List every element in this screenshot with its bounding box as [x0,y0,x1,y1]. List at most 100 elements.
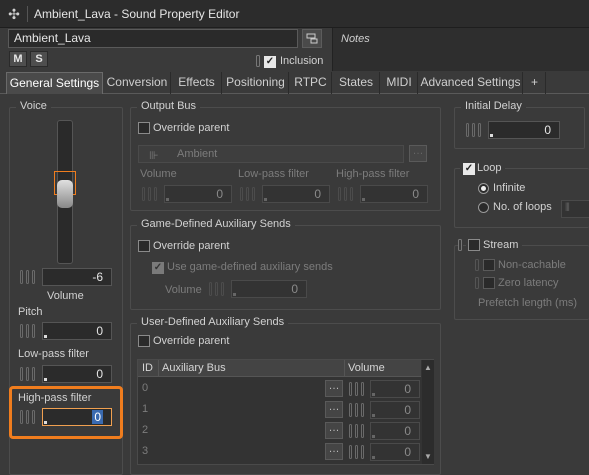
row-volume-value[interactable]: 0 [370,380,420,398]
tab-midi[interactable]: MIDI [381,72,418,94]
game-aux-volume-value[interactable]: 0 [231,280,307,298]
lowpass-label: Low-pass filter [18,348,89,360]
check-icon: ✓ [264,56,276,68]
output-volume-knob-icon[interactable] [140,185,164,203]
stream-checkbox[interactable] [466,239,483,254]
row-volume-knob-icon[interactable] [347,401,371,419]
output-bus-name: Ambient [177,148,218,160]
pitch-value[interactable]: 0 [42,322,112,340]
header-aux-bus: Auxiliary Bus [162,362,226,374]
pitch-knob-icon[interactable] [18,322,42,340]
noncachable-checkbox[interactable] [483,259,495,274]
user-aux-override-checkbox[interactable] [138,335,150,350]
noncachable-label: Non-cachable [498,259,566,271]
tab-effects[interactable]: Effects [172,72,222,94]
output-bus-browse-button[interactable]: … [409,145,427,162]
output-highpass-knob-icon[interactable] [336,185,360,203]
nloops-radio[interactable] [478,202,489,213]
output-bus-title: Output Bus [137,100,201,112]
noncachable-grip-icon [475,259,480,271]
volume-slider-thumb[interactable] [57,180,73,208]
tab-states[interactable]: States [333,72,380,94]
table-header: ID Auxiliary Bus Volume [138,360,421,377]
output-lowpass-label: Low-pass filter [238,168,309,180]
voice-volume-label: Volume [47,290,84,302]
header-id: ID [142,362,153,374]
row-volume-value[interactable]: 0 [370,422,420,440]
game-aux-volume-label: Volume [165,284,202,296]
aux-bus-browse-button[interactable]: … [325,401,343,418]
lowpass-value[interactable]: 0 [42,365,112,383]
tab-advanced-settings[interactable]: Advanced Settings [419,72,523,94]
notes-field[interactable]: Notes [332,28,589,71]
inclusion-label: Inclusion [280,55,324,67]
prefetch-label: Prefetch length (ms) [478,297,578,309]
game-aux-override-label: Override parent [153,240,230,252]
game-aux-override-checkbox[interactable] [138,240,150,255]
row-volume-value[interactable]: 0 [370,443,420,461]
row-volume-knob-icon[interactable] [347,380,371,398]
voice-title: Voice [16,100,51,112]
volume-knob-icon[interactable] [18,268,42,286]
nloops-label: No. of loops [493,201,552,213]
output-override-label: Override parent [153,122,230,134]
loop-panel [454,168,589,228]
highpass-highlight [9,386,123,439]
output-highpass-value[interactable]: 0 [360,185,428,203]
check-icon: ✓ [463,163,475,175]
output-volume-value[interactable]: 0 [164,185,232,203]
inclusion-checkbox[interactable]: ✓ [264,55,276,68]
lowpass-knob-icon[interactable] [18,365,42,383]
stream-label: Stream [483,239,523,251]
title-bar: ✣ Ambient_Lava - Sound Property Editor [0,0,589,28]
nloops-field[interactable]: ⦀ [561,200,589,218]
use-game-aux-checkbox[interactable]: ✓ [152,261,164,274]
game-aux-volume-knob-icon[interactable] [207,280,231,298]
pitch-label: Pitch [18,306,43,318]
tab-conversion[interactable]: Conversion [104,72,171,94]
table-scrollbar[interactable]: ▲ ▼ [422,360,434,464]
initial-delay-value[interactable]: 0 [488,121,560,139]
loop-checkbox[interactable]: ✓ [460,162,478,175]
tab-general-settings[interactable]: General Settings [6,72,103,94]
inclusion-grip-icon [256,55,261,67]
aux-bus-browse-button[interactable]: … [325,380,343,397]
voice-volume-value[interactable]: -6 [42,268,112,286]
tab-add[interactable]: + [524,72,546,94]
infinite-radio[interactable] [478,183,489,194]
tab-positioning[interactable]: Positioning [223,72,289,94]
aux-bus-browse-button[interactable]: … [325,443,343,460]
infinite-label: Infinite [493,182,526,194]
zerolatency-checkbox[interactable] [483,277,495,292]
output-highpass-label: High-pass filter [336,168,410,180]
initial-delay-knob-icon[interactable] [464,121,488,139]
output-lowpass-knob-icon[interactable] [238,185,262,203]
scroll-down-icon[interactable]: ▼ [424,452,432,461]
row-volume-value[interactable]: 0 [370,401,420,419]
layout-button[interactable] [302,29,322,48]
aux-bus-browse-button[interactable]: … [325,422,343,439]
zerolatency-grip-icon [475,277,480,289]
object-name-field[interactable]: Ambient_Lava [8,29,298,48]
scroll-up-icon[interactable]: ▲ [424,363,432,372]
output-bus-selector[interactable]: ⊪ Ambient [138,145,404,163]
row-volume-knob-icon[interactable] [347,443,371,461]
initial-delay-title: Initial Delay [461,100,526,112]
output-override-checkbox[interactable] [138,122,150,137]
tab-rtpc[interactable]: RTPC [290,72,332,94]
layout-icon [306,33,318,44]
table-row-id: 2 [142,424,149,436]
user-aux-title: User-Defined Auxiliary Sends [137,316,289,328]
stream-grip-icon [458,239,463,251]
check-icon: ✓ [152,262,164,274]
row-volume-knob-icon[interactable] [347,422,371,440]
solo-button[interactable]: S [30,51,48,67]
output-lowpass-value[interactable]: 0 [262,185,330,203]
header-volume: Volume [348,362,385,374]
nloops-knob-icon: ⦀ [565,202,570,214]
zerolatency-label: Zero latency [498,277,559,289]
notes-placeholder: Notes [341,33,370,45]
mute-button[interactable]: M [9,51,27,67]
window-title: Ambient_Lava - Sound Property Editor [34,7,240,21]
table-row-id: 1 [142,403,149,415]
